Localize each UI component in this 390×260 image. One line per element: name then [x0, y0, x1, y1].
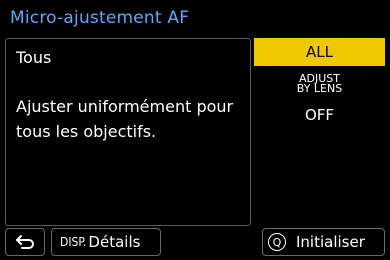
- option-off[interactable]: OFF: [254, 104, 385, 126]
- disp-key-label: DISP.: [60, 235, 87, 249]
- return-arrow-icon: [16, 235, 34, 249]
- reset-button[interactable]: Q Initialiser: [262, 228, 385, 256]
- description-body: Ajuster uniformément pour tous les objec…: [16, 97, 234, 141]
- option-all-label: ALL: [306, 43, 333, 61]
- q-button-icon: Q: [268, 233, 286, 251]
- option-adjust-line2: BY LENS: [296, 82, 343, 95]
- option-all[interactable]: ALL: [254, 38, 385, 66]
- reset-label: Initialiser: [296, 233, 365, 251]
- option-off-label: OFF: [304, 106, 335, 124]
- details-button[interactable]: DISP. Détails: [51, 228, 161, 256]
- description-panel: Tous Ajuster uniformément pour tous les …: [5, 38, 251, 226]
- footer-bar: DISP. Détails Q Initialiser: [0, 228, 390, 260]
- option-adjust-by-lens[interactable]: ADJUST BY LENS: [254, 70, 385, 98]
- back-button[interactable]: [5, 228, 45, 256]
- details-label: Détails: [88, 233, 141, 251]
- description-title: Tous: [16, 48, 52, 67]
- page-title: Micro-ajustement AF: [10, 8, 190, 28]
